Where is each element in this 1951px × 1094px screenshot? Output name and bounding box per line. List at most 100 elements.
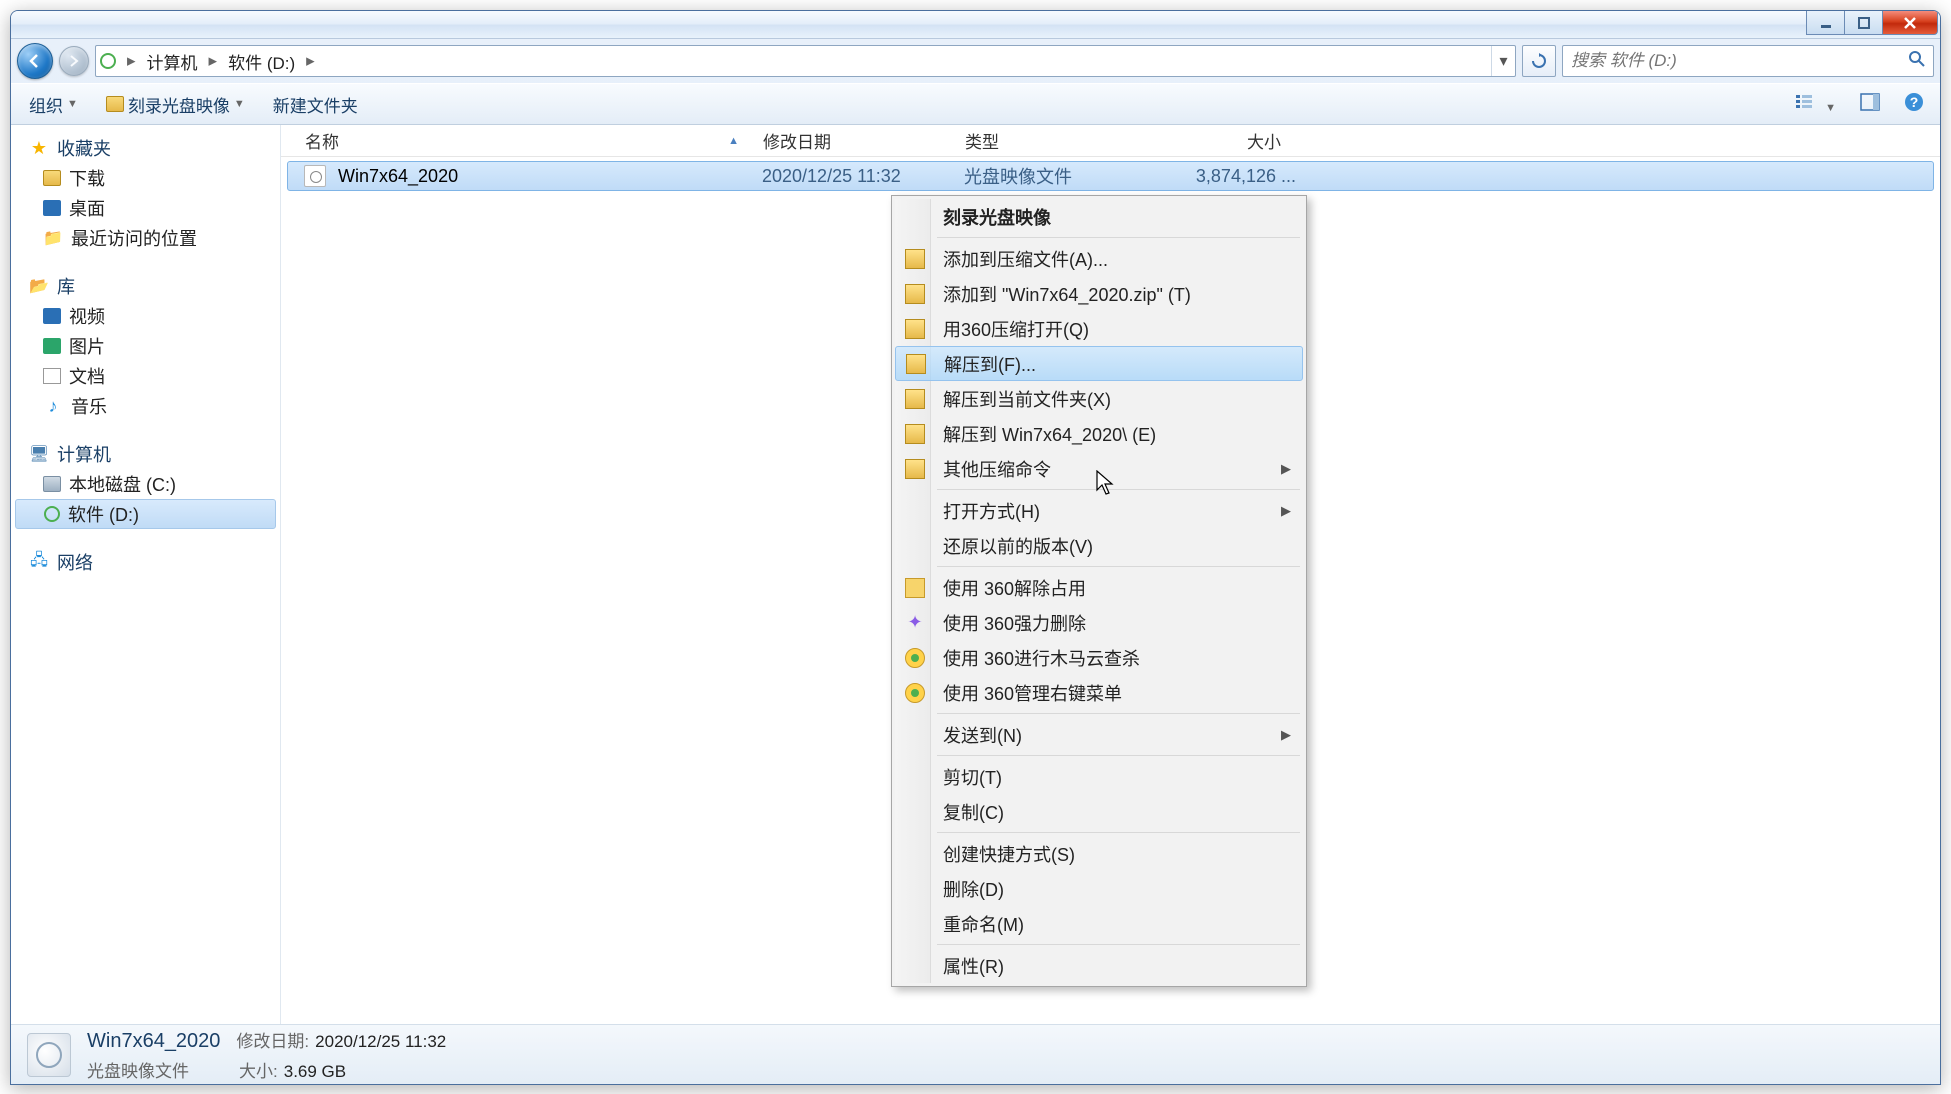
archive-icon bbox=[905, 319, 925, 339]
cm-cut[interactable]: 剪切(T) bbox=[895, 759, 1303, 794]
minimize-button[interactable] bbox=[1806, 11, 1844, 35]
cm-properties[interactable]: 属性(R) bbox=[895, 948, 1303, 983]
submenu-arrow-icon: ▶ bbox=[1281, 503, 1291, 519]
new-folder-button[interactable]: 新建文件夹 bbox=[267, 88, 364, 121]
status-type: 光盘映像文件 bbox=[87, 1057, 189, 1082]
crumb-drive[interactable]: 软件 (D:) bbox=[224, 46, 299, 76]
close-button[interactable] bbox=[1882, 11, 1938, 35]
recent-icon: 📁 bbox=[43, 228, 63, 248]
cd-icon bbox=[44, 506, 60, 522]
file-size: 3,874,126 ... bbox=[1166, 166, 1296, 187]
cursor-icon bbox=[1096, 470, 1116, 501]
status-bar: Win7x64_2020 修改日期: 2020/12/25 11:32 光盘映像… bbox=[11, 1024, 1940, 1084]
cm-360-menu[interactable]: 使用 360管理右键菜单 bbox=[895, 675, 1303, 710]
file-pane: 名称▲ 修改日期 类型 大小 Win7x64_2020 2020/12/25 1… bbox=[281, 125, 1940, 1024]
organize-button[interactable]: 组织 ▼ bbox=[23, 88, 84, 121]
libraries-icon: 📂 bbox=[29, 276, 49, 296]
col-date[interactable]: 修改日期 bbox=[755, 128, 957, 153]
body: ★收藏夹 下载 桌面 📁最近访问的位置 📂库 视频 图片 文档 ♪音乐 🖥计算机… bbox=[11, 125, 1940, 1024]
sidebar-downloads[interactable]: 下载 bbox=[11, 163, 280, 193]
column-headers: 名称▲ 修改日期 类型 大小 bbox=[281, 125, 1940, 157]
status-size-val: 3.69 GB bbox=[284, 1062, 346, 1082]
archive-icon bbox=[905, 389, 925, 409]
forward-button[interactable] bbox=[59, 46, 89, 76]
sidebar-network[interactable]: 🖧网络 bbox=[11, 547, 280, 577]
drive-icon bbox=[100, 53, 116, 69]
unlock-icon bbox=[905, 578, 925, 598]
status-title: Win7x64_2020 bbox=[87, 1030, 220, 1053]
desktop-icon bbox=[43, 200, 61, 216]
computer-icon: 🖥 bbox=[29, 444, 49, 464]
col-size[interactable]: 大小 bbox=[1159, 128, 1289, 153]
window-buttons bbox=[1806, 11, 1938, 35]
nav-row: ▸ 计算机 ▸ 软件 (D:) ▸ ▾ bbox=[11, 39, 1940, 83]
sidebar-documents[interactable]: 文档 bbox=[11, 361, 280, 391]
help-button[interactable]: ? bbox=[1900, 88, 1928, 121]
status-file-icon bbox=[27, 1033, 71, 1077]
sidebar-videos[interactable]: 视频 bbox=[11, 301, 280, 331]
cm-send-to[interactable]: 发送到(N)▶ bbox=[895, 717, 1303, 752]
address-dropdown[interactable]: ▾ bbox=[1491, 46, 1515, 76]
search-input[interactable] bbox=[1571, 51, 1909, 71]
cm-burn[interactable]: 刻录光盘映像 bbox=[895, 199, 1303, 234]
cm-copy[interactable]: 复制(C) bbox=[895, 794, 1303, 829]
documents-icon bbox=[43, 368, 61, 384]
network-icon: 🖧 bbox=[29, 552, 49, 572]
sort-arrow-icon: ▲ bbox=[728, 135, 739, 147]
sidebar-computer[interactable]: 🖥计算机 bbox=[11, 439, 280, 469]
sidebar-desktop[interactable]: 桌面 bbox=[11, 193, 280, 223]
sidebar-localdisk[interactable]: 本地磁盘 (C:) bbox=[11, 469, 280, 499]
svg-text:?: ? bbox=[1910, 94, 1919, 110]
status-mod-label: 修改日期: bbox=[236, 1027, 309, 1052]
cm-extract-named[interactable]: 解压到 Win7x64_2020\ (E) bbox=[895, 416, 1303, 451]
sidebar: ★收藏夹 下载 桌面 📁最近访问的位置 📂库 视频 图片 文档 ♪音乐 🖥计算机… bbox=[11, 125, 281, 1024]
scan-icon bbox=[905, 648, 925, 668]
explorer-window: ▸ 计算机 ▸ 软件 (D:) ▸ ▾ 组织 ▼ 刻录光盘映像 ▼ 新建文件夹 bbox=[10, 10, 1941, 1085]
archive-icon bbox=[906, 354, 926, 374]
cm-add-zip[interactable]: 添加到 "Win7x64_2020.zip" (T) bbox=[895, 276, 1303, 311]
disc-icon bbox=[106, 96, 124, 112]
sidebar-libraries[interactable]: 📂库 bbox=[11, 271, 280, 301]
cm-restore-prev[interactable]: 还原以前的版本(V) bbox=[895, 528, 1303, 563]
burn-image-button[interactable]: 刻录光盘映像 ▼ bbox=[100, 88, 251, 121]
cm-extract-here[interactable]: 解压到当前文件夹(X) bbox=[895, 381, 1303, 416]
context-menu: 刻录光盘映像 添加到压缩文件(A)... 添加到 "Win7x64_2020.z… bbox=[891, 195, 1307, 987]
sidebar-software-drive[interactable]: 软件 (D:) bbox=[15, 499, 276, 529]
toolbar: 组织 ▼ 刻录光盘映像 ▼ 新建文件夹 ▼ ? bbox=[11, 83, 1940, 125]
address-bar[interactable]: ▸ 计算机 ▸ 软件 (D:) ▸ ▾ bbox=[95, 45, 1516, 77]
crumb-computer[interactable]: 计算机 bbox=[143, 46, 202, 76]
manage-menu-icon bbox=[905, 683, 925, 703]
submenu-arrow-icon: ▶ bbox=[1281, 461, 1291, 477]
refresh-button[interactable] bbox=[1522, 45, 1556, 77]
cm-open-360zip[interactable]: 用360压缩打开(Q) bbox=[895, 311, 1303, 346]
sidebar-music[interactable]: ♪音乐 bbox=[11, 391, 280, 421]
cm-rename[interactable]: 重命名(M) bbox=[895, 906, 1303, 941]
back-button[interactable] bbox=[17, 43, 53, 79]
downloads-icon bbox=[43, 170, 61, 186]
view-button[interactable]: ▼ bbox=[1790, 89, 1840, 120]
archive-icon bbox=[905, 459, 925, 479]
file-row[interactable]: Win7x64_2020 2020/12/25 11:32 光盘映像文件 3,8… bbox=[287, 161, 1934, 191]
cm-extract-to[interactable]: 解压到(F)... bbox=[895, 346, 1303, 381]
search-box[interactable] bbox=[1562, 45, 1934, 77]
cm-360-unlock[interactable]: 使用 360解除占用 bbox=[895, 570, 1303, 605]
col-type[interactable]: 类型 bbox=[957, 128, 1159, 153]
cm-360-scan[interactable]: 使用 360进行木马云查杀 bbox=[895, 640, 1303, 675]
sidebar-recent[interactable]: 📁最近访问的位置 bbox=[11, 223, 280, 253]
file-type: 光盘映像文件 bbox=[964, 163, 1166, 189]
pictures-icon bbox=[43, 338, 61, 354]
status-mod-val: 2020/12/25 11:32 bbox=[315, 1032, 446, 1052]
cm-360-delete[interactable]: ✦使用 360强力删除 bbox=[895, 605, 1303, 640]
archive-icon bbox=[905, 284, 925, 304]
music-icon: ♪ bbox=[43, 396, 63, 416]
sidebar-pictures[interactable]: 图片 bbox=[11, 331, 280, 361]
videos-icon bbox=[43, 308, 61, 324]
sidebar-favorites[interactable]: ★收藏夹 bbox=[11, 133, 280, 163]
cm-add-archive[interactable]: 添加到压缩文件(A)... bbox=[895, 241, 1303, 276]
maximize-button[interactable] bbox=[1844, 11, 1882, 35]
col-name[interactable]: 名称▲ bbox=[297, 128, 755, 153]
preview-pane-button[interactable] bbox=[1856, 89, 1884, 120]
status-size-label: 大小: bbox=[239, 1057, 278, 1082]
cm-shortcut[interactable]: 创建快捷方式(S) bbox=[895, 836, 1303, 871]
cm-delete[interactable]: 删除(D) bbox=[895, 871, 1303, 906]
